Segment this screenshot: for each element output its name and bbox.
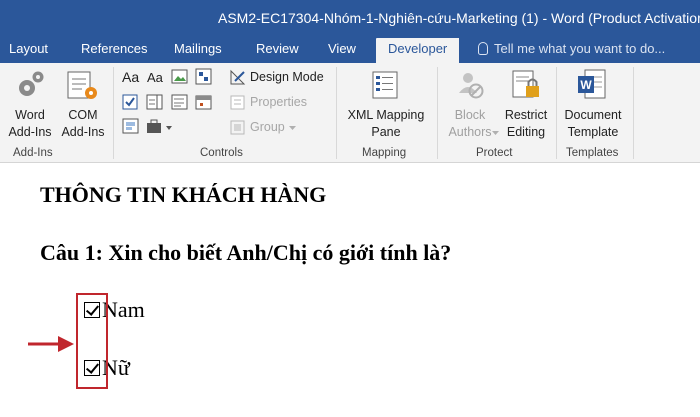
checkbox-control-icon[interactable] bbox=[122, 94, 139, 111]
document-template-label-1: Document bbox=[564, 108, 622, 122]
ribbon-developer: Word Add-Ins COM Add-Ins Add-Ins Aa Aa D… bbox=[0, 63, 700, 163]
word-addins-label-2: Add-Ins bbox=[8, 125, 52, 139]
group-label-controls: Controls bbox=[200, 147, 243, 159]
xml-mapping-label-1: XML Mapping bbox=[347, 108, 425, 122]
word-addins-label-1: Word bbox=[15, 108, 45, 122]
group-separator bbox=[437, 67, 438, 159]
combo-box-icon[interactable] bbox=[146, 94, 164, 111]
picture-control-icon[interactable] bbox=[171, 69, 189, 85]
tell-me-text: Tell me what you want to do... bbox=[494, 41, 666, 56]
restrict-editing-label-1: Restrict bbox=[504, 108, 548, 122]
date-picker-icon[interactable] bbox=[195, 94, 213, 111]
chevron-down-icon bbox=[289, 126, 296, 130]
question-1: Câu 1: Xin cho biết Anh/Chị có giới tính… bbox=[40, 240, 452, 265]
rich-text-control-icon[interactable]: Aa bbox=[122, 69, 139, 85]
block-authors-label-2: Authors bbox=[448, 125, 492, 139]
group-label-templates: Templates bbox=[566, 147, 619, 159]
group-separator bbox=[556, 67, 557, 159]
com-addins-label-2: Add-Ins bbox=[61, 125, 105, 139]
design-mode-icon bbox=[230, 69, 246, 85]
dropdown-list-icon[interactable] bbox=[171, 94, 189, 111]
tab-developer[interactable]: Developer bbox=[376, 38, 460, 63]
restrict-editing-icon bbox=[512, 70, 539, 98]
document-template-label-2: Template bbox=[567, 125, 619, 139]
tell-me-search[interactable]: Tell me what you want to do... bbox=[478, 38, 665, 63]
group-separator bbox=[633, 67, 634, 159]
tab-view[interactable]: View bbox=[328, 38, 356, 63]
highlight-box bbox=[76, 293, 108, 389]
lightbulb-icon bbox=[478, 42, 488, 55]
group-label-mapping: Mapping bbox=[362, 147, 407, 159]
block-authors-label-1: Block bbox=[454, 108, 486, 122]
word-document-icon: W bbox=[578, 69, 606, 99]
group-label-protect: Protect bbox=[476, 147, 513, 159]
chevron-down-icon bbox=[492, 131, 499, 135]
com-addins-label-1: COM bbox=[68, 108, 98, 122]
group-icon bbox=[230, 120, 245, 135]
tab-review[interactable]: Review bbox=[256, 38, 299, 63]
document-heading: THÔNG TIN KHÁCH HÀNG bbox=[40, 182, 327, 207]
properties-icon bbox=[230, 95, 245, 110]
svg-text:W: W bbox=[580, 78, 592, 92]
legacy-tools-icon[interactable] bbox=[146, 118, 174, 135]
group-label-btn: Group bbox=[250, 120, 285, 134]
properties-label: Properties bbox=[250, 95, 307, 109]
tab-mailings[interactable]: Mailings bbox=[174, 38, 222, 63]
tab-layout[interactable]: Layout bbox=[9, 38, 48, 63]
design-mode-label: Design Mode bbox=[250, 70, 324, 84]
repeating-section-icon[interactable] bbox=[122, 118, 140, 135]
group-label-addins: Add-Ins bbox=[13, 147, 53, 159]
xml-mapping-label-2: Pane bbox=[371, 125, 401, 139]
option-label: Nam bbox=[102, 297, 145, 322]
group-separator bbox=[113, 67, 114, 159]
xml-mapping-icon bbox=[372, 71, 398, 99]
restrict-editing-label-2: Editing bbox=[506, 125, 546, 139]
block-authors-icon bbox=[459, 73, 484, 99]
plain-text-control-icon[interactable]: Aa bbox=[147, 70, 163, 85]
title-bar: ASM2-EC17304-Nhóm-1-Nghiên-cứu-Marketing… bbox=[0, 0, 700, 38]
window-title: ASM2-EC17304-Nhóm-1-Nghiên-cứu-Marketing… bbox=[218, 10, 700, 26]
building-block-icon[interactable] bbox=[195, 68, 213, 85]
arrow-right-icon bbox=[28, 336, 74, 352]
com-addins-icon bbox=[67, 71, 97, 99]
tab-references[interactable]: References bbox=[81, 38, 147, 63]
gears-icon bbox=[19, 71, 44, 96]
group-separator bbox=[336, 67, 337, 159]
ribbon-tabs: Layout References Mailings Review View D… bbox=[0, 38, 700, 63]
